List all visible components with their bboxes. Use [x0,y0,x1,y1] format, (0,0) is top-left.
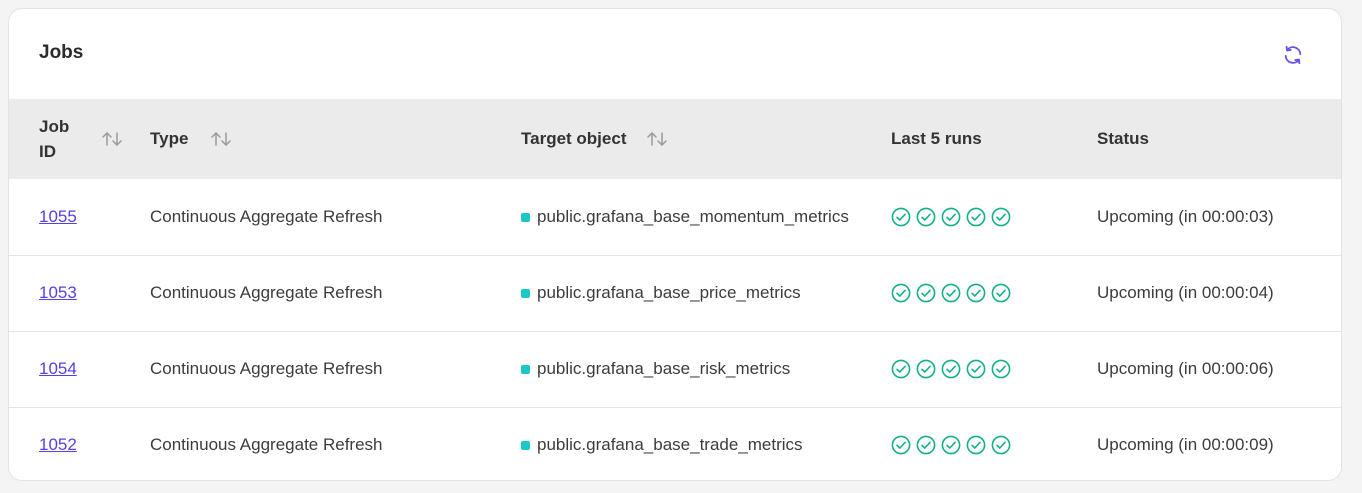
table-header: Job ID Type Target object Last 5 runs Status [9,99,1341,179]
check-circle-icon[interactable] [966,359,986,379]
refresh-icon [1282,44,1304,66]
check-circle-icon[interactable] [991,359,1011,379]
check-circle-icon[interactable] [916,435,936,455]
check-circle-icon[interactable] [991,283,1011,303]
check-circle-icon[interactable] [891,283,911,303]
target-object-name: public.grafana_base_momentum_metrics [537,206,849,226]
table-row: 1052 Continuous Aggregate Refresh public.g… [9,407,1341,480]
check-circle-icon[interactable] [966,435,986,455]
target-object-name: public.grafana_base_risk_metrics [537,359,791,378]
target-object-name: public.grafana_base_trade_metrics [537,435,803,455]
column-header-label: Status [1097,129,1149,148]
last-runs-cell [891,407,1097,480]
refresh-button[interactable] [1279,41,1307,69]
column-header-status: Status [1097,99,1341,179]
job-type: Continuous Aggregate Refresh [150,435,383,455]
check-circle-icon[interactable] [966,207,986,227]
check-circle-icon[interactable] [941,283,961,303]
job-id-link[interactable]: 1054 [39,359,77,378]
target-object-name: public.grafana_base_price_metrics [537,283,801,302]
check-circle-icon[interactable] [916,359,936,379]
check-circle-icon[interactable] [916,207,936,227]
check-circle-icon[interactable] [991,435,1011,455]
column-header-type[interactable]: Type [150,99,521,179]
table-row: 1055 Continuous Aggregate Refresh public.g… [9,179,1341,255]
target-type-icon [521,365,530,374]
job-id-cell: 1053 [9,255,150,331]
job-id-link[interactable]: 1053 [39,283,77,302]
check-circle-icon[interactable] [941,435,961,455]
job-type: Continuous Aggregate Refresh [150,283,383,302]
table-body: 1055 Continuous Aggregate Refresh public.g… [9,179,1341,480]
sort-icon[interactable] [210,130,232,148]
table-row: 1053 Continuous Aggregate Refresh public.g… [9,255,1341,331]
page-title: Jobs [39,42,84,63]
target-object-cell: public.grafana_base_trade_metrics [521,407,891,480]
check-circle-icon[interactable] [916,283,936,303]
last-runs-cell [891,331,1097,407]
check-circle-icon[interactable] [941,359,961,379]
card-header: Jobs [9,9,1341,99]
column-header-target-object[interactable]: Target object [521,99,891,179]
column-header-label: Job ID [39,117,70,161]
job-id-cell: 1054 [9,331,150,407]
target-object-cell: public.grafana_base_price_metrics [521,255,891,331]
last-runs-cell [891,179,1097,255]
target-object-cell: public.grafana_base_risk_metrics [521,331,891,407]
job-type: Continuous Aggregate Refresh [150,359,383,378]
job-type: Continuous Aggregate Refresh [150,206,383,226]
column-header-label: Last 5 runs [891,129,982,148]
job-status: Upcoming (in 00:00:04) [1097,283,1274,302]
sort-icon[interactable] [646,130,668,148]
target-object-cell: public.grafana_base_momentum_metrics [521,179,891,255]
job-id-cell: 1055 [9,179,150,255]
target-type-icon [521,289,530,298]
check-circle-icon[interactable] [941,207,961,227]
job-status: Upcoming (in 00:00:06) [1097,359,1274,378]
job-id-link[interactable]: 1052 [39,435,77,454]
target-type-icon [521,212,530,222]
table-row: 1054 Continuous Aggregate Refresh public.g… [9,331,1341,407]
column-header-job-id[interactable]: Job ID [9,99,150,179]
last-runs-cell [891,255,1097,331]
check-circle-icon[interactable] [891,359,911,379]
check-circle-icon[interactable] [991,207,1011,227]
jobs-table: Job ID Type Target object Last 5 runs Status… [9,99,1341,480]
job-id-cell: 1052 [9,407,150,480]
column-header-label: Target object [521,129,627,148]
job-status: Upcoming (in 00:00:03) [1097,206,1274,226]
sort-icon[interactable] [101,130,123,148]
check-circle-icon[interactable] [966,283,986,303]
check-circle-icon[interactable] [891,207,911,227]
job-id-link[interactable]: 1055 [39,207,77,226]
jobs-card: Jobs Job ID Type Target object Last 5 runs S… [8,8,1342,481]
target-type-icon [521,441,530,451]
check-circle-icon[interactable] [891,435,911,455]
column-header-label: Type [150,129,189,148]
job-status: Upcoming (in 00:00:09) [1097,435,1274,455]
column-header-last-runs: Last 5 runs [891,99,1097,179]
